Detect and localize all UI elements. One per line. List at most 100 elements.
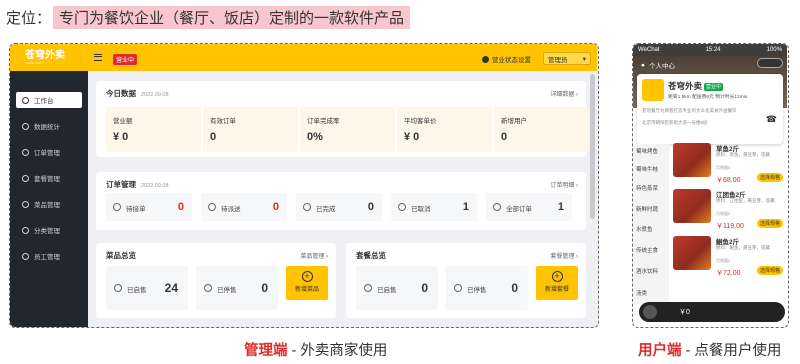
shop-card: 苍穹外卖 营业中 距离1.5km 配送费6元 预计时长12min 苍穹餐厅为顾客打… (637, 74, 783, 144)
panel-title: 菜品总览 (106, 251, 136, 260)
sidebar-item-orders[interactable]: 订单管理 (16, 144, 82, 160)
select-spec-button[interactable]: 选择规格 (756, 266, 783, 275)
stat-card: 营业额 ¥ 0 (106, 107, 201, 152)
sidebar-item-label: 员工管理 (34, 254, 60, 261)
order-stat-to-deliver[interactable]: 待派送 0 (201, 193, 287, 221)
dish-image (673, 143, 711, 177)
on-sale-icon (364, 284, 372, 292)
plus-icon: + (551, 271, 563, 282)
stats-icon (22, 122, 29, 130)
user-menu-button[interactable]: 管理员 ▾ (543, 52, 591, 65)
dish-image (673, 189, 711, 223)
select-spec-button[interactable]: 选择规格 (756, 173, 783, 182)
user-name: 管理员 (548, 56, 568, 64)
off-sale-icon (454, 284, 462, 292)
admin-sidebar: 工作台 数据统计 订单管理 套餐管理 菜品管理 分类管理 员工管理 (10, 71, 88, 327)
sidebar-item-label: 订单管理 (34, 150, 60, 157)
user-caption-bold: 用户端 (638, 343, 682, 359)
cart-icon (643, 305, 657, 319)
order-stat-all[interactable]: 全部订单 1 (486, 193, 572, 221)
detail-data-link[interactable]: 详细数据 › (550, 89, 578, 98)
dish-off-sale-stat: 已停售 0 (196, 266, 278, 310)
dish-item: 江团鱼2斤 原料：江团鱼，黄豆芽，莲藕 月销量0 ￥119.00 选择规格 (673, 187, 785, 237)
employee-icon (22, 252, 29, 260)
category-item[interactable]: 新鲜时蔬 (636, 205, 658, 213)
stat-card: 平均客单价 ¥ 0 (397, 107, 492, 152)
stat-value: 0% (307, 131, 323, 143)
setmeal-on-sale-stat: 已启售 0 (356, 266, 438, 310)
stat-label: 有效订单 (210, 118, 236, 125)
clock: 15:24 (705, 47, 721, 53)
dish-image (673, 236, 711, 270)
dish-item: 鮰鱼2斤 原料：鮰鱼，黄豆芽，莲藕 月销量0 ￥72.00 选择规格 (673, 234, 785, 284)
dish-management-link[interactable]: 菜品管理 › (300, 251, 328, 260)
admin-screenshot: 苍穹外卖 TAKE OUT 营业中 营业状态设置 管理员 ▾ 工作台 数据统计 订… (9, 43, 599, 328)
shop-meta: 距离1.5km 配送费6元 预计时长12min (668, 95, 748, 100)
add-dish-button[interactable]: + 新增菜品 (286, 266, 328, 300)
category-item[interactable]: 蜀味烤鱼 (636, 147, 658, 155)
stat-value: 0 (210, 131, 217, 143)
positioning-title: 定位： 专门为餐饮企业（餐厅、饭店）定制的一款软件产品 (6, 5, 411, 29)
sidebar-item-employees[interactable]: 员工管理 (16, 248, 82, 264)
app-logo: 苍穹外卖 TAKE OUT (25, 50, 85, 65)
stat-value: ¥ 0 (404, 131, 420, 143)
add-setmeal-button[interactable]: + 新增套餐 (536, 266, 578, 300)
logo-text: 苍穹外卖 (25, 50, 65, 61)
sidebar-item-categories[interactable]: 分类管理 (16, 222, 82, 238)
cart-bar[interactable]: ￥0 (639, 302, 785, 322)
select-spec-button[interactable]: 选择规格 (756, 219, 783, 228)
user-caption-rest: - 点餐用户使用 (681, 343, 782, 359)
sidebar-item-workbench[interactable]: 工作台 (16, 92, 82, 108)
dish-on-sale-stat: 已启售 24 (106, 266, 188, 310)
setmeal-management-link[interactable]: 套餐管理 › (550, 251, 578, 260)
dish-item: 草鱼2斤 原料：草鱼，黄豆芽，莲藕 月销量0 ￥68.00 选择规格 (673, 141, 785, 191)
order-stat-pending[interactable]: 待接单 0 (106, 193, 192, 221)
category-icon (22, 226, 29, 234)
carrier: WeChat (638, 47, 660, 53)
status-icon (482, 55, 489, 63)
user-icon: ● (641, 61, 645, 69)
shop-status-badge: 营业中 (113, 54, 138, 65)
category-item[interactable]: 水煮鱼 (636, 225, 653, 233)
panel-date: 2022.09.08 (141, 183, 169, 189)
category-item[interactable]: 传统主食 (636, 246, 658, 254)
shop-status-setting-button[interactable]: 营业状态设置 (482, 54, 531, 64)
category-item[interactable]: 特色蒸菜 (636, 184, 658, 192)
all-orders-icon (493, 203, 501, 211)
profile-nav[interactable]: ● 个人中心 (641, 60, 675, 71)
shop-open-badge: 营业中 (704, 83, 724, 92)
order-stat-cancelled[interactable]: 已取消 1 (391, 193, 477, 221)
cart-total: ￥0 (679, 309, 690, 316)
mini-program-capsule[interactable] (757, 58, 783, 68)
shop-status-setting-label: 营业状态设置 (492, 57, 531, 64)
panel-title: 套餐总览 (356, 251, 386, 260)
sidebar-item-stats[interactable]: 数据统计 (16, 118, 82, 134)
scrollbar[interactable] (590, 74, 595, 219)
stat-value: 0 (501, 131, 508, 143)
panel-date: 2022.09.08 (141, 92, 169, 98)
order-management-panel: 订单管理 2022.09.08 订单明细 › 待接单 0 待派送 0 已完成 0 已取消… (96, 172, 586, 230)
sidebar-item-dishes[interactable]: 菜品管理 (16, 196, 82, 212)
panel-title: 订单管理 2022.09.08 (106, 180, 169, 189)
phone-call-icon[interactable]: ☎ (766, 114, 777, 125)
battery: 100% (766, 47, 782, 53)
category-item[interactable]: 蜀味牛蛙 (636, 165, 658, 173)
panel-title: 今日数据 2022.09.08 (106, 89, 169, 98)
menu-toggle-icon[interactable] (94, 54, 102, 61)
sidebar-item-label: 工作台 (34, 98, 54, 105)
plus-icon: + (301, 271, 313, 282)
delivery-icon (208, 203, 216, 211)
setmeal-icon (22, 174, 29, 182)
workbench-icon (22, 96, 29, 104)
sidebar-item-setmeals[interactable]: 套餐管理 (16, 170, 82, 186)
category-item[interactable]: 汤类 (636, 289, 647, 297)
category-item[interactable]: 酒水饮料 (636, 267, 658, 275)
off-sale-icon (204, 284, 212, 292)
order-stat-completed[interactable]: 已完成 0 (296, 193, 382, 221)
logo-sub: TAKE OUT (25, 61, 43, 65)
phone-status-bar: WeChat 15:24 100% (633, 44, 787, 56)
today-data-panel: 今日数据 2022.09.08 详细数据 › 营业额 ¥ 0 有效订单 0 订单完成率… (96, 81, 589, 157)
completed-icon (303, 203, 311, 211)
stat-card: 有效订单 0 (203, 107, 298, 152)
order-detail-link[interactable]: 订单明细 › (550, 180, 578, 189)
